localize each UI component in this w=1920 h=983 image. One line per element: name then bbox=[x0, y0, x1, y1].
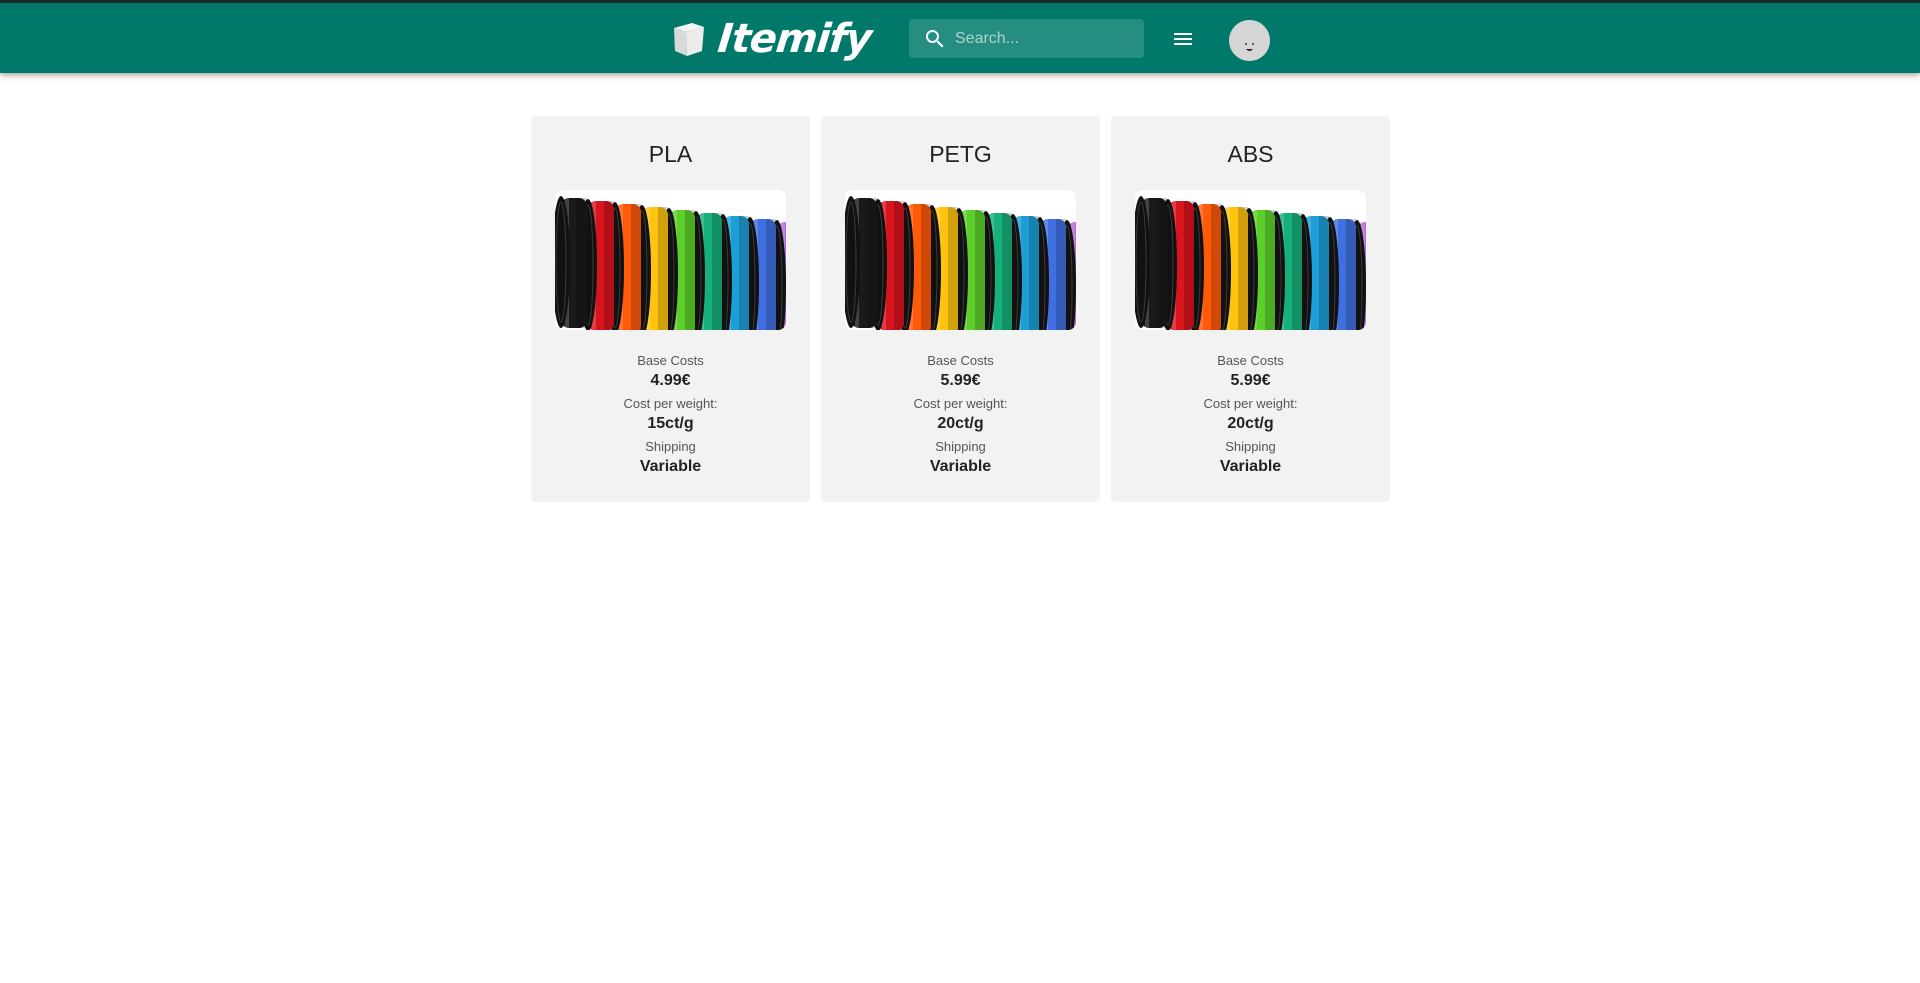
material-card-petg[interactable]: PETG Base Costs 5.99€ Cost per weight: 2… bbox=[821, 116, 1100, 502]
menu-button[interactable] bbox=[1169, 25, 1197, 53]
logo[interactable]: Itemify bbox=[668, 16, 874, 62]
material-name: ABS bbox=[1227, 141, 1274, 167]
logo-text: Itemify bbox=[715, 16, 874, 62]
shipping-label: Shipping bbox=[645, 439, 696, 454]
avatar-face-icon bbox=[1229, 20, 1270, 61]
materials-grid: PLA Base Costs 4.99€ Cost per weight: 15… bbox=[531, 116, 1390, 502]
cost-per-weight-label: Cost per weight: bbox=[1203, 396, 1298, 411]
base-costs-label: Base Costs bbox=[637, 353, 704, 368]
shipping-label: Shipping bbox=[935, 439, 986, 454]
filament-image bbox=[845, 190, 1076, 330]
material-info: Base Costs 5.99€ Cost per weight: 20ct/g… bbox=[1204, 353, 1298, 482]
app-bar: Itemify bbox=[0, 3, 1920, 73]
menu-icon bbox=[1174, 33, 1192, 45]
base-costs-value: 4.99€ bbox=[650, 372, 691, 389]
shipping-value: Variable bbox=[639, 458, 702, 475]
material-info: Base Costs 4.99€ Cost per weight: 15ct/g… bbox=[624, 353, 718, 482]
cost-per-weight-value: 20ct/g bbox=[937, 415, 984, 432]
filament-image bbox=[1135, 190, 1366, 330]
cost-per-weight-value: 20ct/g bbox=[1227, 415, 1274, 432]
base-costs-label: Base Costs bbox=[1217, 353, 1284, 368]
shipping-value: Variable bbox=[1219, 458, 1282, 475]
material-card-abs[interactable]: ABS Base Costs 5.99€ Cost per weight: 20… bbox=[1111, 116, 1390, 502]
filament-image bbox=[555, 190, 786, 330]
base-costs-value: 5.99€ bbox=[1230, 372, 1271, 389]
base-costs-value: 5.99€ bbox=[940, 372, 981, 389]
search-icon bbox=[926, 29, 944, 47]
user-avatar[interactable] bbox=[1229, 20, 1270, 61]
shipping-label: Shipping bbox=[1225, 439, 1276, 454]
cube-icon bbox=[674, 23, 704, 56]
material-name: PLA bbox=[648, 141, 693, 167]
material-card-pla[interactable]: PLA Base Costs 4.99€ Cost per weight: 15… bbox=[531, 116, 810, 502]
cost-per-weight-label: Cost per weight: bbox=[623, 396, 718, 411]
shipping-value: Variable bbox=[929, 458, 992, 475]
cost-per-weight-label: Cost per weight: bbox=[913, 396, 1008, 411]
cost-per-weight-value: 15ct/g bbox=[647, 415, 694, 432]
material-name: PETG bbox=[929, 141, 992, 167]
search-input[interactable] bbox=[955, 29, 1135, 48]
base-costs-label: Base Costs bbox=[927, 353, 994, 368]
search-box bbox=[909, 19, 1144, 58]
material-info: Base Costs 5.99€ Cost per weight: 20ct/g… bbox=[914, 353, 1008, 482]
